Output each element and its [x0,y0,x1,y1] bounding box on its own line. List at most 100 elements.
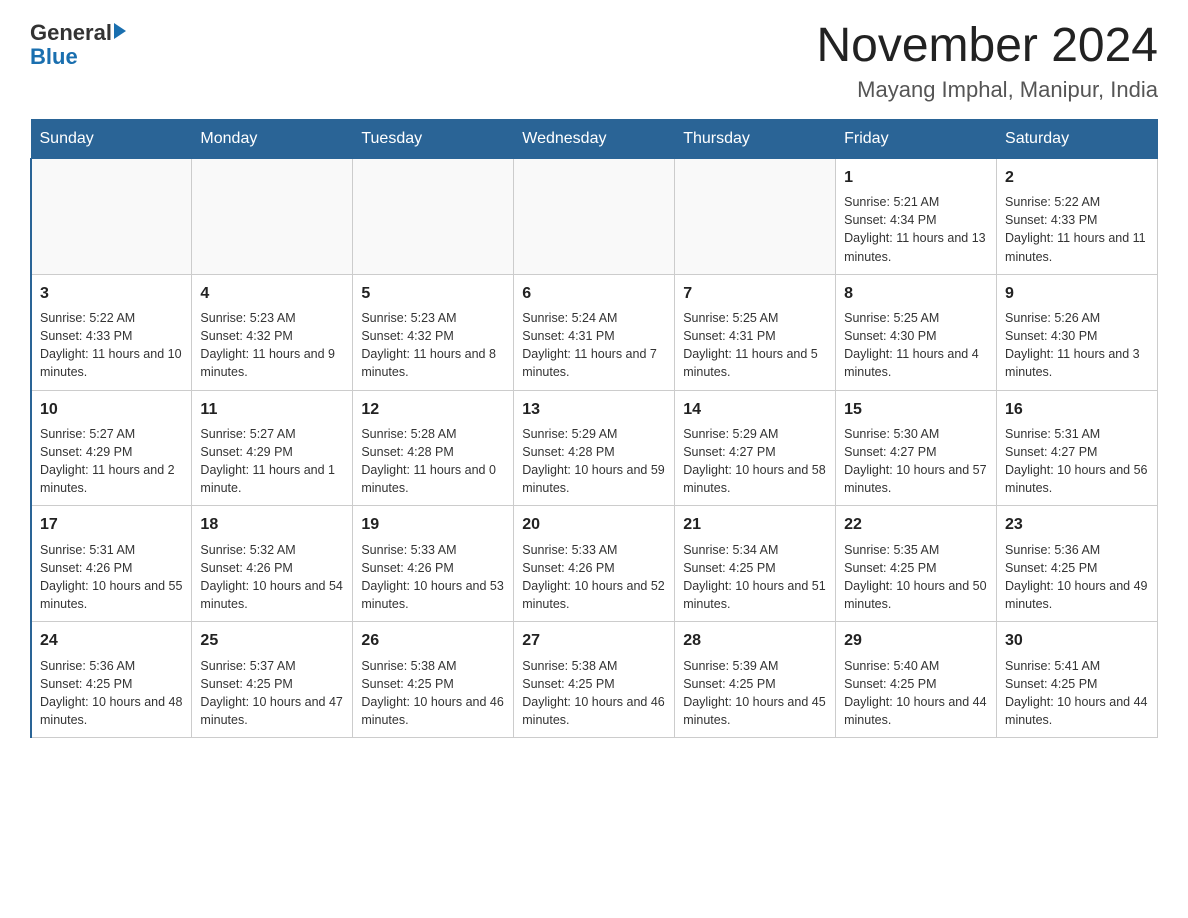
day-number: 18 [200,514,344,536]
calendar-cell: 27Sunrise: 5:38 AMSunset: 4:25 PMDayligh… [514,622,675,738]
logo-general: General [30,20,112,46]
day-info: Sunrise: 5:31 AMSunset: 4:26 PMDaylight:… [40,541,183,614]
weekday-header-saturday: Saturday [997,119,1158,158]
calendar-cell: 8 Sunrise: 5:25 AMSunset: 4:30 PMDaylight… [836,274,997,390]
day-info: Sunrise: 5:41 AMSunset: 4:25 PMDaylight:… [1005,657,1149,730]
calendar-cell: 1Sunrise: 5:21 AMSunset: 4:34 PMDaylight… [836,158,997,274]
day-number: 12 [361,399,505,421]
calendar-cell: 19 Sunrise: 5:33 AMSunset: 4:26 PMDayligh… [353,506,514,622]
day-number: 6 [522,283,666,305]
day-number: 14 [683,399,827,421]
day-number: 25 [200,630,344,652]
day-info: Sunrise: 5:28 AMSunset: 4:28 PMDaylight:… [361,425,505,498]
day-info: Sunrise: 5:36 AMSunset: 4:25 PMDaylight:… [1005,541,1149,614]
calendar-cell: 26 Sunrise: 5:38 AMSunset: 4:25 PMDayligh… [353,622,514,738]
day-number: 7 [683,283,827,305]
calendar-cell [675,158,836,274]
calendar-title: November 2024 [816,20,1158,73]
day-info: Sunrise: 5:25 AMSunset: 4:30 PMDaylight:… [844,309,988,382]
calendar-cell: 14 Sunrise: 5:29 AMSunset: 4:27 PMDayligh… [675,390,836,506]
day-number: 4 [200,283,344,305]
day-number: 26 [361,630,505,652]
day-info: Sunrise: 5:25 AMSunset: 4:31 PMDaylight:… [683,309,827,382]
day-number: 1 [844,167,988,189]
day-number: 28 [683,630,827,652]
day-number: 8 [844,283,988,305]
day-info: Sunrise: 5:22 AMSunset: 4:33 PMDaylight:… [1005,193,1149,266]
calendar-cell: 9Sunrise: 5:26 AMSunset: 4:30 PMDaylight… [997,274,1158,390]
calendar-cell: 2Sunrise: 5:22 AMSunset: 4:33 PMDaylight… [997,158,1158,274]
day-number: 17 [40,514,183,536]
day-info: Sunrise: 5:38 AMSunset: 4:25 PMDaylight:… [522,657,666,730]
week-row-5: 24Sunrise: 5:36 AMSunset: 4:25 PMDayligh… [31,622,1158,738]
day-info: Sunrise: 5:35 AMSunset: 4:25 PMDaylight:… [844,541,988,614]
day-info: Sunrise: 5:34 AMSunset: 4:25 PMDaylight:… [683,541,827,614]
day-info: Sunrise: 5:37 AMSunset: 4:25 PMDaylight:… [200,657,344,730]
week-row-3: 10Sunrise: 5:27 AMSunset: 4:29 PMDayligh… [31,390,1158,506]
logo-arrow-icon [114,23,126,39]
weekday-header-sunday: Sunday [31,119,192,158]
title-area: November 2024 Mayang Imphal, Manipur, In… [816,20,1158,103]
calendar-cell: 3 Sunrise: 5:22 AMSunset: 4:33 PMDaylight… [31,274,192,390]
day-info: Sunrise: 5:33 AMSunset: 4:26 PMDaylight:… [522,541,666,614]
day-info: Sunrise: 5:38 AMSunset: 4:25 PMDaylight:… [361,657,505,730]
calendar-cell: 15 Sunrise: 5:30 AMSunset: 4:27 PMDayligh… [836,390,997,506]
calendar-cell: 5Sunrise: 5:23 AMSunset: 4:32 PMDaylight… [353,274,514,390]
day-number: 11 [200,399,344,421]
day-info: Sunrise: 5:33 AMSunset: 4:26 PMDaylight:… [361,541,505,614]
day-number: 3 [40,283,183,305]
week-row-4: 17 Sunrise: 5:31 AMSunset: 4:26 PMDayligh… [31,506,1158,622]
day-info: Sunrise: 5:39 AMSunset: 4:25 PMDaylight:… [683,657,827,730]
calendar-cell: 16 Sunrise: 5:31 AMSunset: 4:27 PMDayligh… [997,390,1158,506]
day-info: Sunrise: 5:32 AMSunset: 4:26 PMDaylight:… [200,541,344,614]
calendar-cell: 7 Sunrise: 5:25 AMSunset: 4:31 PMDaylight… [675,274,836,390]
calendar-cell: 4 Sunrise: 5:23 AMSunset: 4:32 PMDaylight… [192,274,353,390]
calendar-cell [353,158,514,274]
calendar-table: SundayMondayTuesdayWednesdayThursdayFrid… [30,119,1158,738]
day-info: Sunrise: 5:23 AMSunset: 4:32 PMDaylight:… [200,309,344,382]
day-number: 29 [844,630,988,652]
calendar-cell: 25 Sunrise: 5:37 AMSunset: 4:25 PMDayligh… [192,622,353,738]
logo-area: General Blue [30,20,126,70]
day-info: Sunrise: 5:31 AMSunset: 4:27 PMDaylight:… [1005,425,1149,498]
day-info: Sunrise: 5:27 AMSunset: 4:29 PMDaylight:… [40,425,183,498]
calendar-cell: 18 Sunrise: 5:32 AMSunset: 4:26 PMDayligh… [192,506,353,622]
calendar-cell: 23 Sunrise: 5:36 AMSunset: 4:25 PMDayligh… [997,506,1158,622]
logo: General [30,20,126,46]
calendar-cell: 22Sunrise: 5:35 AMSunset: 4:25 PMDayligh… [836,506,997,622]
day-number: 19 [361,514,505,536]
calendar-cell: 10Sunrise: 5:27 AMSunset: 4:29 PMDayligh… [31,390,192,506]
day-number: 21 [683,514,827,536]
day-info: Sunrise: 5:36 AMSunset: 4:25 PMDaylight:… [40,657,183,730]
day-info: Sunrise: 5:24 AMSunset: 4:31 PMDaylight:… [522,309,666,382]
day-number: 9 [1005,283,1149,305]
day-info: Sunrise: 5:22 AMSunset: 4:33 PMDaylight:… [40,309,183,382]
day-number: 13 [522,399,666,421]
calendar-cell: 21 Sunrise: 5:34 AMSunset: 4:25 PMDayligh… [675,506,836,622]
calendar-cell: 12 Sunrise: 5:28 AMSunset: 4:28 PMDayligh… [353,390,514,506]
day-number: 5 [361,283,505,305]
calendar-cell: 29 Sunrise: 5:40 AMSunset: 4:25 PMDayligh… [836,622,997,738]
calendar-cell [31,158,192,274]
calendar-cell: 24Sunrise: 5:36 AMSunset: 4:25 PMDayligh… [31,622,192,738]
day-info: Sunrise: 5:40 AMSunset: 4:25 PMDaylight:… [844,657,988,730]
weekday-header-tuesday: Tuesday [353,119,514,158]
day-info: Sunrise: 5:27 AMSunset: 4:29 PMDaylight:… [200,425,344,498]
day-number: 15 [844,399,988,421]
calendar-cell [192,158,353,274]
week-row-1: 1Sunrise: 5:21 AMSunset: 4:34 PMDaylight… [31,158,1158,274]
calendar-cell: 28 Sunrise: 5:39 AMSunset: 4:25 PMDayligh… [675,622,836,738]
calendar-cell: 6 Sunrise: 5:24 AMSunset: 4:31 PMDaylight… [514,274,675,390]
weekday-header-wednesday: Wednesday [514,119,675,158]
calendar-cell: 13Sunrise: 5:29 AMSunset: 4:28 PMDayligh… [514,390,675,506]
day-number: 23 [1005,514,1149,536]
day-info: Sunrise: 5:30 AMSunset: 4:27 PMDaylight:… [844,425,988,498]
calendar-cell: 11 Sunrise: 5:27 AMSunset: 4:29 PMDayligh… [192,390,353,506]
calendar-cell: 17 Sunrise: 5:31 AMSunset: 4:26 PMDayligh… [31,506,192,622]
weekday-header-row: SundayMondayTuesdayWednesdayThursdayFrid… [31,119,1158,158]
header: General Blue November 2024 Mayang Imphal… [30,20,1158,103]
logo-blue: Blue [30,44,78,70]
day-number: 16 [1005,399,1149,421]
day-info: Sunrise: 5:29 AMSunset: 4:27 PMDaylight:… [683,425,827,498]
day-number: 30 [1005,630,1149,652]
